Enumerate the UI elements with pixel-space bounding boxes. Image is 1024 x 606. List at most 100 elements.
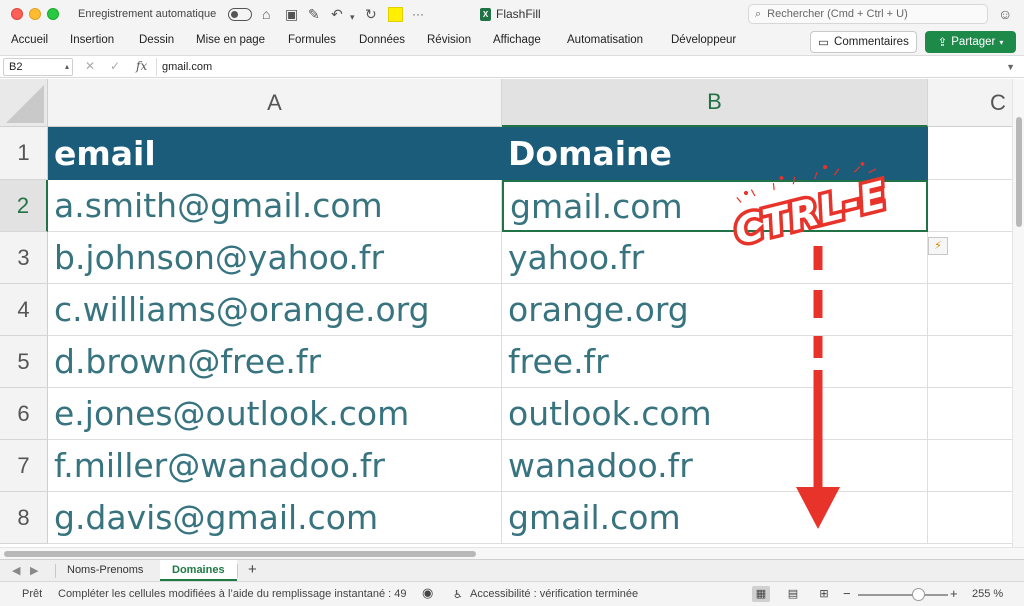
cell-b3[interactable]: yahoo.fr — [502, 232, 928, 284]
next-sheet-icon[interactable]: ▶ — [30, 564, 38, 577]
cell-c7[interactable] — [928, 440, 1012, 492]
insert-function-icon[interactable]: fx — [136, 59, 147, 73]
status-bar: Prêt Compléter les cellules modifiées à … — [0, 581, 1024, 606]
zoom-in-button[interactable]: + — [950, 586, 958, 601]
expand-formula-icon[interactable]: ▼ — [1006, 58, 1015, 76]
document-title: FlashFill — [496, 7, 541, 21]
row-header[interactable]: 6 — [0, 388, 48, 440]
title-bar: Enregistrement automatique ⌂ ▣ ✎ ↶ ▾ ↻ ·… — [0, 0, 1024, 28]
flash-fill-options-icon[interactable]: ⚡ — [928, 237, 948, 255]
tab-developpeur[interactable]: Développeur — [671, 34, 736, 46]
tab-donnees[interactable]: Données — [359, 34, 405, 46]
zoom-window-button[interactable] — [47, 8, 59, 20]
accessibility-status[interactable]: Accessibilité : vérification terminée — [470, 588, 638, 600]
column-header-a[interactable]: A — [48, 79, 502, 127]
cell-c4[interactable] — [928, 284, 1012, 336]
edit-icon[interactable]: ✎ — [308, 6, 320, 22]
undo-icon[interactable]: ↶ — [331, 6, 343, 22]
formula-input[interactable]: gmail.com ▼ — [156, 58, 1021, 76]
select-all-corner[interactable] — [0, 79, 48, 127]
cell-a2[interactable]: a.smith@gmail.com — [48, 180, 502, 232]
row-header[interactable]: 7 — [0, 440, 48, 492]
column-header-b[interactable]: B — [502, 79, 928, 127]
minimize-window-button[interactable] — [29, 8, 41, 20]
horizontal-scroll-thumb[interactable] — [4, 551, 476, 557]
cancel-icon[interactable]: ✕ — [85, 59, 95, 73]
cell-c1[interactable] — [928, 127, 1012, 180]
cell-a1[interactable]: email — [48, 127, 502, 180]
tab-dessin[interactable]: Dessin — [139, 34, 174, 46]
formula-bar: B2 ▴▾ ✕ ✓ fx gmail.com ▼ — [0, 56, 1024, 87]
share-icon: ⇪ — [937, 37, 948, 49]
sheet-tab-domaines[interactable]: Domaines — [160, 560, 237, 581]
cell-a3[interactable]: b.johnson@yahoo.fr — [48, 232, 502, 284]
row-header[interactable]: 2 — [0, 180, 48, 232]
name-box[interactable]: B2 ▴▾ — [3, 58, 73, 87]
horizontal-scrollbar[interactable] — [0, 547, 1024, 559]
cell-a8[interactable]: g.davis@gmail.com — [48, 492, 502, 544]
cell-a5[interactable]: d.brown@free.fr — [48, 336, 502, 388]
cell-a4[interactable]: c.williams@orange.org — [48, 284, 502, 336]
page-break-view-icon[interactable]: ⊞ — [815, 586, 833, 602]
normal-view-icon[interactable]: ▦ — [752, 586, 770, 602]
tab-mise-en-page[interactable]: Mise en page — [196, 34, 265, 46]
accessibility-icon[interactable]: ♿ — [453, 588, 463, 601]
cell-b1[interactable]: Domaine — [502, 127, 928, 180]
tab-affichage[interactable]: Affichage — [493, 34, 541, 46]
zoom-out-button[interactable]: − — [843, 586, 851, 601]
name-box-value: B2 — [9, 61, 23, 73]
more-commands-icon[interactable]: ··· — [412, 6, 424, 22]
vertical-scroll-thumb[interactable] — [1016, 117, 1022, 227]
row-header[interactable]: 8 — [0, 492, 48, 544]
vertical-scrollbar[interactable] — [1012, 79, 1024, 547]
tab-accueil[interactable]: Accueil — [11, 34, 48, 46]
comments-label: Commentaires — [834, 36, 909, 48]
row-header[interactable]: 3 — [0, 232, 48, 284]
cell-b5[interactable]: free.fr — [502, 336, 928, 388]
add-sheet-button[interactable]: + — [248, 561, 257, 578]
macro-record-icon[interactable]: ◉ — [422, 585, 433, 601]
cell-c6[interactable] — [928, 388, 1012, 440]
comments-button[interactable]: ▭ Commentaires — [810, 31, 917, 53]
cell-b7[interactable]: wanadoo.fr — [502, 440, 928, 492]
cell-a7[interactable]: f.miller@wanadoo.fr — [48, 440, 502, 492]
cell-b6[interactable]: outlook.com — [502, 388, 928, 440]
cell-b2[interactable]: gmail.com — [502, 180, 928, 232]
share-button[interactable]: ⇪ Partager ▾ — [925, 31, 1016, 53]
search-box[interactable]: ⌕ Rechercher (Cmd + Ctrl + U) — [748, 4, 988, 24]
autosave-label: Enregistrement automatique — [78, 8, 217, 20]
tab-insertion[interactable]: Insertion — [70, 34, 114, 46]
zoom-slider[interactable] — [858, 594, 948, 596]
cell-c5[interactable] — [928, 336, 1012, 388]
row-header[interactable]: 4 — [0, 284, 48, 336]
search-icon: ⌕ — [755, 7, 762, 20]
undo-dropdown-icon[interactable]: ▾ — [350, 9, 355, 25]
cell-c2[interactable] — [928, 180, 1012, 232]
spreadsheet-grid: A B C 1 email Domaine 2 a.smith@gmail.co… — [0, 79, 1012, 547]
account-icon[interactable]: ☺ — [998, 6, 1012, 22]
zoom-level[interactable]: 255 % — [972, 588, 1003, 600]
previous-sheet-icon[interactable]: ◀ — [12, 564, 20, 577]
row-header[interactable]: 5 — [0, 336, 48, 388]
zoom-slider-handle[interactable] — [912, 588, 925, 601]
page-layout-view-icon[interactable]: ▤ — [784, 586, 802, 602]
tab-formules[interactable]: Formules — [288, 34, 336, 46]
highlight-color-swatch[interactable] — [388, 7, 403, 22]
row-header[interactable]: 1 — [0, 127, 48, 180]
excel-file-icon: X — [480, 7, 491, 21]
sheet-tab-noms-prenoms[interactable]: Noms-Prenoms — [55, 560, 155, 581]
autosave-toggle[interactable] — [228, 8, 252, 21]
save-icon[interactable]: ▣ — [285, 6, 298, 22]
redo-icon[interactable]: ↻ — [365, 6, 377, 22]
tab-automatisation[interactable]: Automatisation — [567, 34, 643, 46]
cell-c8[interactable] — [928, 492, 1012, 544]
cell-b4[interactable]: orange.org — [502, 284, 928, 336]
column-header-c[interactable]: C — [928, 79, 1012, 127]
cell-a6[interactable]: e.jones@outlook.com — [48, 388, 502, 440]
sheet-tabs-bar: ◀ ▶ Noms-Prenoms Domaines + — [0, 559, 1024, 581]
close-window-button[interactable] — [11, 8, 23, 20]
confirm-icon[interactable]: ✓ — [110, 59, 120, 73]
cell-b8[interactable]: gmail.com — [502, 492, 928, 544]
home-icon[interactable]: ⌂ — [262, 6, 270, 22]
tab-revision[interactable]: Révision — [427, 34, 471, 46]
